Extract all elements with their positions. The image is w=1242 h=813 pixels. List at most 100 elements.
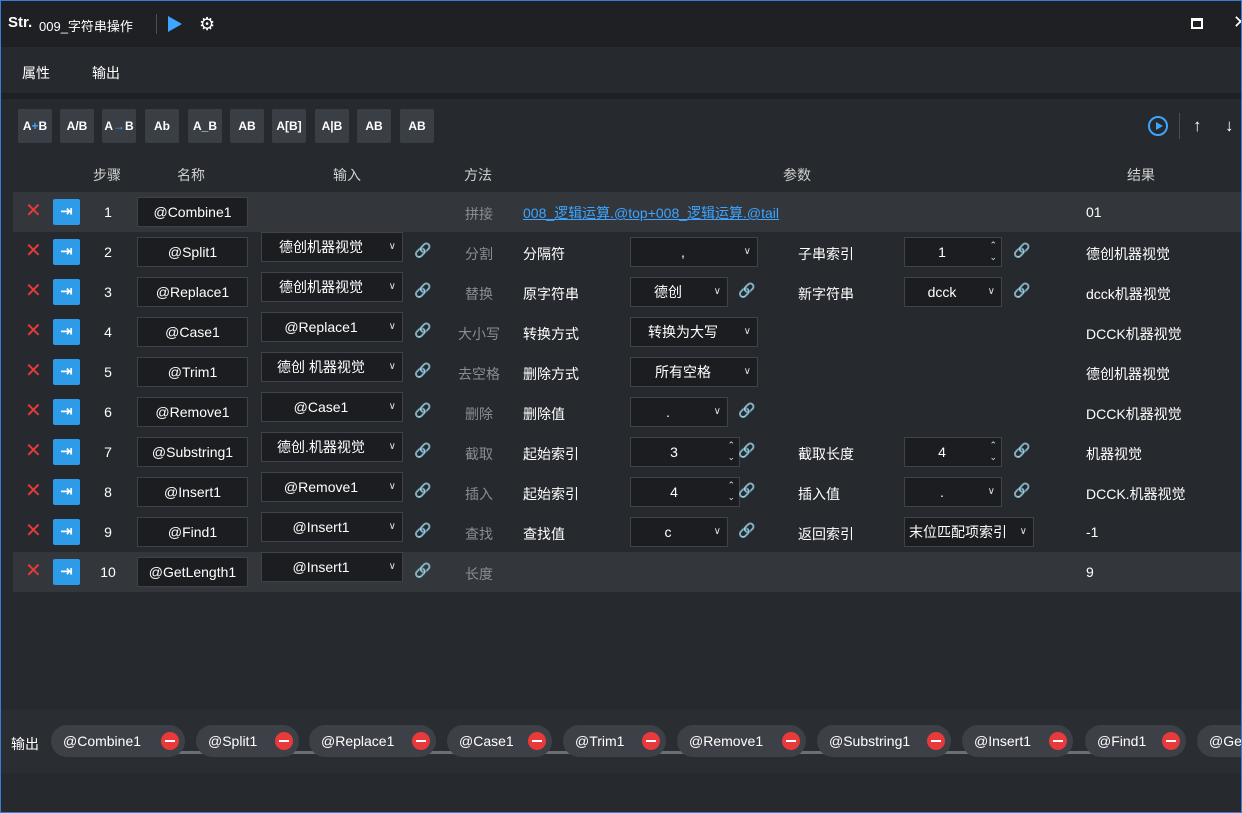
output-chip[interactable]: @Ge: [1197, 725, 1241, 757]
param2-spinbox[interactable]: 4 ⌃ ⌄: [904, 437, 1002, 467]
remove-icon[interactable]: [927, 732, 945, 750]
step-name-input[interactable]: @Combine1: [137, 197, 248, 227]
link-icon[interactable]: 🔗: [414, 402, 431, 419]
substring-icon[interactable]: A[B]: [272, 109, 306, 143]
step-name-input[interactable]: @Find1: [137, 517, 248, 547]
link-icon[interactable]: 🔗: [414, 442, 431, 459]
remove-icon[interactable]: [528, 732, 546, 750]
param1-select[interactable]: 所有空格 ∨: [630, 357, 758, 387]
delete-icon[interactable]: ✕: [25, 201, 42, 221]
link-icon[interactable]: 🔗: [738, 402, 755, 419]
output-chip[interactable]: @Case1: [447, 725, 552, 757]
link-icon[interactable]: 🔗: [414, 522, 431, 539]
move-step-icon[interactable]: ⇥: [53, 519, 80, 545]
input-select[interactable]: 德创.机器视觉 ∨: [261, 432, 403, 462]
move-step-icon[interactable]: ⇥: [53, 239, 80, 265]
step-name-input[interactable]: @Remove1: [137, 397, 248, 427]
output-chip[interactable]: @Remove1: [677, 725, 806, 757]
output-chip[interactable]: @Insert1: [962, 725, 1073, 757]
insert-icon[interactable]: A|B: [315, 109, 349, 143]
spin-arrows-icon[interactable]: ⌃ ⌄: [989, 239, 997, 263]
concat-icon[interactable]: A + B: [18, 109, 52, 143]
input-select[interactable]: 德创 机器视觉 ∨: [261, 352, 403, 382]
param2-select[interactable]: 末位匹配项索引 ∨: [904, 517, 1034, 547]
move-step-icon[interactable]: ⇥: [53, 279, 80, 305]
step-name-input[interactable]: @Case1: [137, 317, 248, 347]
formula-link[interactable]: 008_逻辑运算.@top+008_逻辑运算.@tail: [523, 203, 779, 223]
step-name-input[interactable]: @Split1: [137, 237, 248, 267]
remove-icon[interactable]: [1049, 732, 1067, 750]
step-name-input[interactable]: @Trim1: [137, 357, 248, 387]
step-name-input[interactable]: @Insert1: [137, 477, 248, 507]
remove-icon[interactable]: [412, 732, 430, 750]
close-icon[interactable]: ✕: [1233, 12, 1241, 33]
gear-icon[interactable]: ⚙: [199, 14, 219, 34]
spin-arrows-icon[interactable]: ⌃ ⌄: [727, 439, 735, 463]
delete-icon[interactable]: ✕: [25, 241, 42, 261]
step-name-input[interactable]: @Substring1: [137, 437, 248, 467]
split-icon[interactable]: A/B: [60, 109, 94, 143]
input-select[interactable]: @Remove1 ∨: [261, 472, 403, 502]
output-chip[interactable]: @Find1: [1085, 725, 1186, 757]
remove-icon[interactable]: [782, 732, 800, 750]
move-step-icon[interactable]: ⇥: [53, 199, 80, 225]
param1-select[interactable]: c ∨: [630, 517, 728, 547]
output-chip[interactable]: @Replace1: [309, 725, 436, 757]
param1-spinbox[interactable]: 3 ⌃ ⌄: [630, 437, 740, 467]
param2-select[interactable]: . ∨: [904, 477, 1002, 507]
input-select[interactable]: @Insert1 ∨: [261, 512, 403, 542]
spin-arrows-icon[interactable]: ⌃ ⌄: [727, 479, 735, 503]
replace-icon[interactable]: A → B: [102, 109, 136, 143]
link-icon[interactable]: 🔗: [738, 442, 755, 459]
remove-icon[interactable]: [1162, 732, 1180, 750]
spin-arrows-icon[interactable]: ⌃ ⌄: [989, 439, 997, 463]
move-step-icon[interactable]: ⇥: [53, 439, 80, 465]
delete-icon[interactable]: ✕: [25, 281, 42, 301]
remove-icon[interactable]: [275, 732, 293, 750]
input-select[interactable]: @Case1 ∨: [261, 392, 403, 422]
link-icon[interactable]: 🔗: [738, 522, 755, 539]
input-select[interactable]: @Insert1 ∨: [261, 552, 403, 582]
input-select[interactable]: 德创机器视觉 ∨: [261, 232, 403, 262]
param1-select[interactable]: 转换为大写 ∨: [630, 317, 758, 347]
remove-icon[interactable]: [161, 732, 179, 750]
find-icon[interactable]: AB: [357, 109, 391, 143]
delete-icon[interactable]: ✕: [25, 361, 42, 381]
maximize-icon[interactable]: [1191, 18, 1203, 29]
delete-icon[interactable]: ✕: [25, 401, 42, 421]
length-icon[interactable]: AB: [400, 109, 434, 143]
output-chip[interactable]: @Combine1: [51, 725, 185, 757]
step-name-input[interactable]: @GetLength1: [137, 557, 248, 587]
delete-icon[interactable]: ✕: [25, 441, 42, 461]
move-step-icon[interactable]: ⇥: [53, 559, 80, 585]
move-down-icon[interactable]: ↓: [1225, 116, 1234, 136]
link-icon[interactable]: 🔗: [1013, 282, 1030, 299]
param1-select[interactable]: 德创 ∨: [630, 277, 728, 307]
tab-output[interactable]: 输出: [92, 63, 120, 83]
link-icon[interactable]: 🔗: [1013, 442, 1030, 459]
link-icon[interactable]: 🔗: [414, 242, 431, 259]
link-icon[interactable]: 🔗: [414, 282, 431, 299]
output-chip[interactable]: @Substring1: [817, 725, 951, 757]
param1-select[interactable]: , ∨: [630, 237, 758, 267]
param1-spinbox[interactable]: 4 ⌃ ⌄: [630, 477, 740, 507]
param2-select[interactable]: dcck ∨: [904, 277, 1002, 307]
param1-select[interactable]: . ∨: [630, 397, 728, 427]
delete-icon[interactable]: ✕: [25, 521, 42, 541]
link-icon[interactable]: 🔗: [1013, 242, 1030, 259]
remove-icon[interactable]: [642, 732, 660, 750]
output-chip[interactable]: @Split1: [196, 725, 299, 757]
delete-icon[interactable]: ✕: [25, 481, 42, 501]
delete-icon[interactable]: ✕: [25, 561, 42, 581]
link-icon[interactable]: 🔗: [414, 482, 431, 499]
move-up-icon[interactable]: ↑: [1193, 116, 1202, 136]
tab-properties[interactable]: 属性: [22, 63, 50, 97]
link-icon[interactable]: 🔗: [1013, 482, 1030, 499]
output-chip[interactable]: @Trim1: [563, 725, 666, 757]
link-icon[interactable]: 🔗: [414, 362, 431, 379]
move-step-icon[interactable]: ⇥: [53, 359, 80, 385]
play-icon[interactable]: [164, 14, 184, 34]
input-select[interactable]: 德创机器视觉 ∨: [261, 272, 403, 302]
remove-icon[interactable]: AB: [230, 109, 264, 143]
link-icon[interactable]: 🔗: [414, 562, 431, 579]
